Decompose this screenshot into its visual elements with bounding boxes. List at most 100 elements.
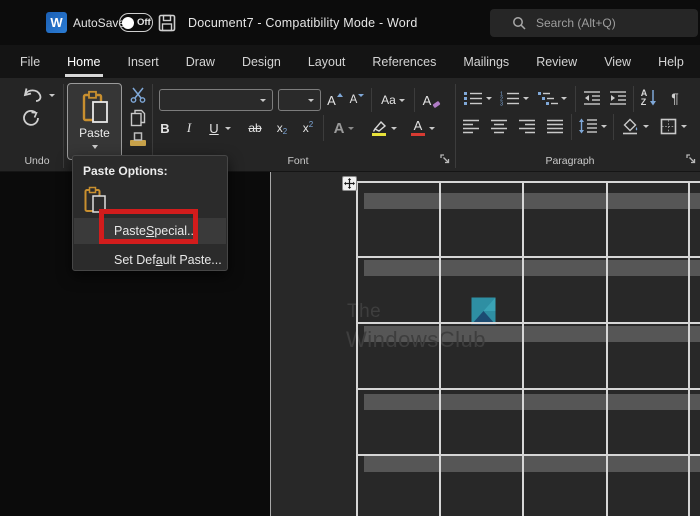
font-dialog-launcher[interactable] xyxy=(440,154,451,165)
paste-dropdown-chevron-icon[interactable] xyxy=(92,145,98,149)
document-page[interactable]: The WindowsClub xyxy=(271,172,700,516)
small-separator xyxy=(613,114,614,140)
decrease-indent-icon xyxy=(583,90,601,106)
cut-scissors-icon xyxy=(130,87,146,103)
redo-button[interactable] xyxy=(19,106,43,130)
move-cross-icon xyxy=(344,178,355,189)
table-border xyxy=(356,454,700,456)
paragraph-dialog-launcher[interactable] xyxy=(686,154,697,165)
text-effects-letter: A xyxy=(334,120,345,137)
table-border xyxy=(356,322,700,324)
borders-icon xyxy=(660,118,677,135)
align-left-button[interactable] xyxy=(461,116,481,136)
menu-tab-review[interactable]: Review xyxy=(536,55,577,69)
justify-button[interactable] xyxy=(545,116,565,136)
undo-dropdown-chevron-icon[interactable] xyxy=(49,94,55,97)
bold-button[interactable]: B xyxy=(157,117,173,139)
group-separator xyxy=(455,84,456,168)
strikethrough-button[interactable]: ab xyxy=(244,117,266,139)
eraser-icon xyxy=(432,100,441,109)
shrink-caret-icon xyxy=(358,94,364,97)
highlighter-icon xyxy=(372,120,387,136)
sort-button[interactable]: AZ xyxy=(637,86,661,110)
cut-button[interactable] xyxy=(128,86,148,104)
paragraph-group-label: Paragraph xyxy=(535,155,605,167)
menu-tab-layout[interactable]: Layout xyxy=(308,55,346,69)
highlight-chevron-icon xyxy=(391,127,397,130)
menu-tab-home[interactable]: Home xyxy=(67,55,100,69)
text-effects-button[interactable]: A xyxy=(329,117,359,139)
menu-tab-help[interactable]: Help xyxy=(658,55,684,69)
paste-button[interactable]: Paste xyxy=(67,83,122,160)
menu-tab-insert[interactable]: Insert xyxy=(128,55,159,69)
show-hide-marks-button[interactable]: ¶ xyxy=(666,87,684,109)
borders-button[interactable] xyxy=(656,116,690,136)
align-center-button[interactable] xyxy=(489,116,509,136)
menu-tab-view[interactable]: View xyxy=(604,55,631,69)
subscript-button[interactable]: x 2 xyxy=(272,117,292,139)
set-default-paste-menu-item[interactable]: Set Default Paste... xyxy=(74,247,226,273)
font-color-button[interactable]: A xyxy=(406,116,440,140)
strikethrough-letters: ab xyxy=(248,121,261,135)
menu-tab-mailings[interactable]: Mailings xyxy=(463,55,509,69)
autosave-label: AutoSave xyxy=(73,16,125,30)
bullets-button[interactable] xyxy=(461,88,493,108)
font-size-combobox[interactable] xyxy=(278,89,321,111)
font-size-chevron-icon xyxy=(308,99,314,102)
font-name-combobox[interactable] xyxy=(159,89,273,111)
small-separator xyxy=(571,114,572,140)
table-move-handle[interactable] xyxy=(342,176,357,191)
set-default-label-post: ult Paste... xyxy=(163,253,222,267)
undo-button[interactable] xyxy=(20,85,56,105)
line-spacing-button[interactable] xyxy=(576,116,608,136)
shrink-font-button[interactable]: A xyxy=(348,90,366,110)
increase-indent-button[interactable] xyxy=(607,88,629,108)
autosave-state: Off xyxy=(137,17,151,28)
highlight-color-button[interactable] xyxy=(366,116,402,140)
grow-caret-icon xyxy=(337,93,343,97)
paste-clipboard-icon xyxy=(81,90,109,124)
table-border xyxy=(356,256,700,258)
autosave-toggle[interactable]: Off xyxy=(119,13,153,32)
align-left-icon xyxy=(462,119,480,134)
grow-font-button[interactable]: A xyxy=(326,90,344,110)
paste-options-header: Paste Options: xyxy=(83,164,168,178)
shading-button[interactable] xyxy=(618,116,652,136)
sort-arrow-icon xyxy=(649,89,657,107)
search-box[interactable]: Search (Alt+Q) xyxy=(490,9,698,37)
copy-button[interactable] xyxy=(128,108,148,128)
save-button[interactable] xyxy=(157,13,177,33)
menu-tab-file[interactable]: File xyxy=(20,55,40,69)
clear-formatting-button[interactable]: A xyxy=(420,90,444,110)
multilevel-list-button[interactable] xyxy=(535,88,569,108)
title-bar: W AutoSave Off Document7 - Compatibility… xyxy=(0,0,700,45)
bullet-list-icon xyxy=(463,90,483,106)
decrease-indent-button[interactable] xyxy=(581,88,603,108)
increase-indent-icon xyxy=(609,90,627,106)
small-separator xyxy=(323,115,324,141)
line-spacing-chevron-icon xyxy=(601,125,607,128)
menu-tab-references[interactable]: References xyxy=(372,55,436,69)
sort-icon: AZ xyxy=(641,89,648,107)
set-default-accel-key: a xyxy=(156,253,163,267)
document-title: Document7 - Compatibility Mode - Word xyxy=(188,16,417,30)
shrink-font-letter: A xyxy=(350,94,358,106)
align-right-button[interactable] xyxy=(517,116,537,136)
align-right-icon xyxy=(518,119,536,134)
table-shaded-row xyxy=(364,394,700,410)
menu-tab-design[interactable]: Design xyxy=(242,55,281,69)
menu-tab-draw[interactable]: Draw xyxy=(186,55,215,69)
word-app-icon[interactable]: W xyxy=(46,12,67,33)
table-shaded-row xyxy=(364,456,700,472)
change-case-letters: Aa xyxy=(381,93,396,107)
underline-button[interactable]: U xyxy=(204,117,236,139)
change-case-button[interactable]: Aa xyxy=(378,90,408,110)
numbering-button[interactable]: 1 2 3 xyxy=(498,88,530,108)
subscript-mark: 2 xyxy=(283,127,287,136)
italic-button[interactable]: I xyxy=(182,117,196,139)
superscript-mark: 2 xyxy=(309,120,313,129)
search-icon xyxy=(512,16,526,30)
superscript-button[interactable]: x 2 xyxy=(298,117,318,139)
font-name-chevron-icon xyxy=(260,99,266,102)
format-painter-button[interactable] xyxy=(126,130,150,150)
